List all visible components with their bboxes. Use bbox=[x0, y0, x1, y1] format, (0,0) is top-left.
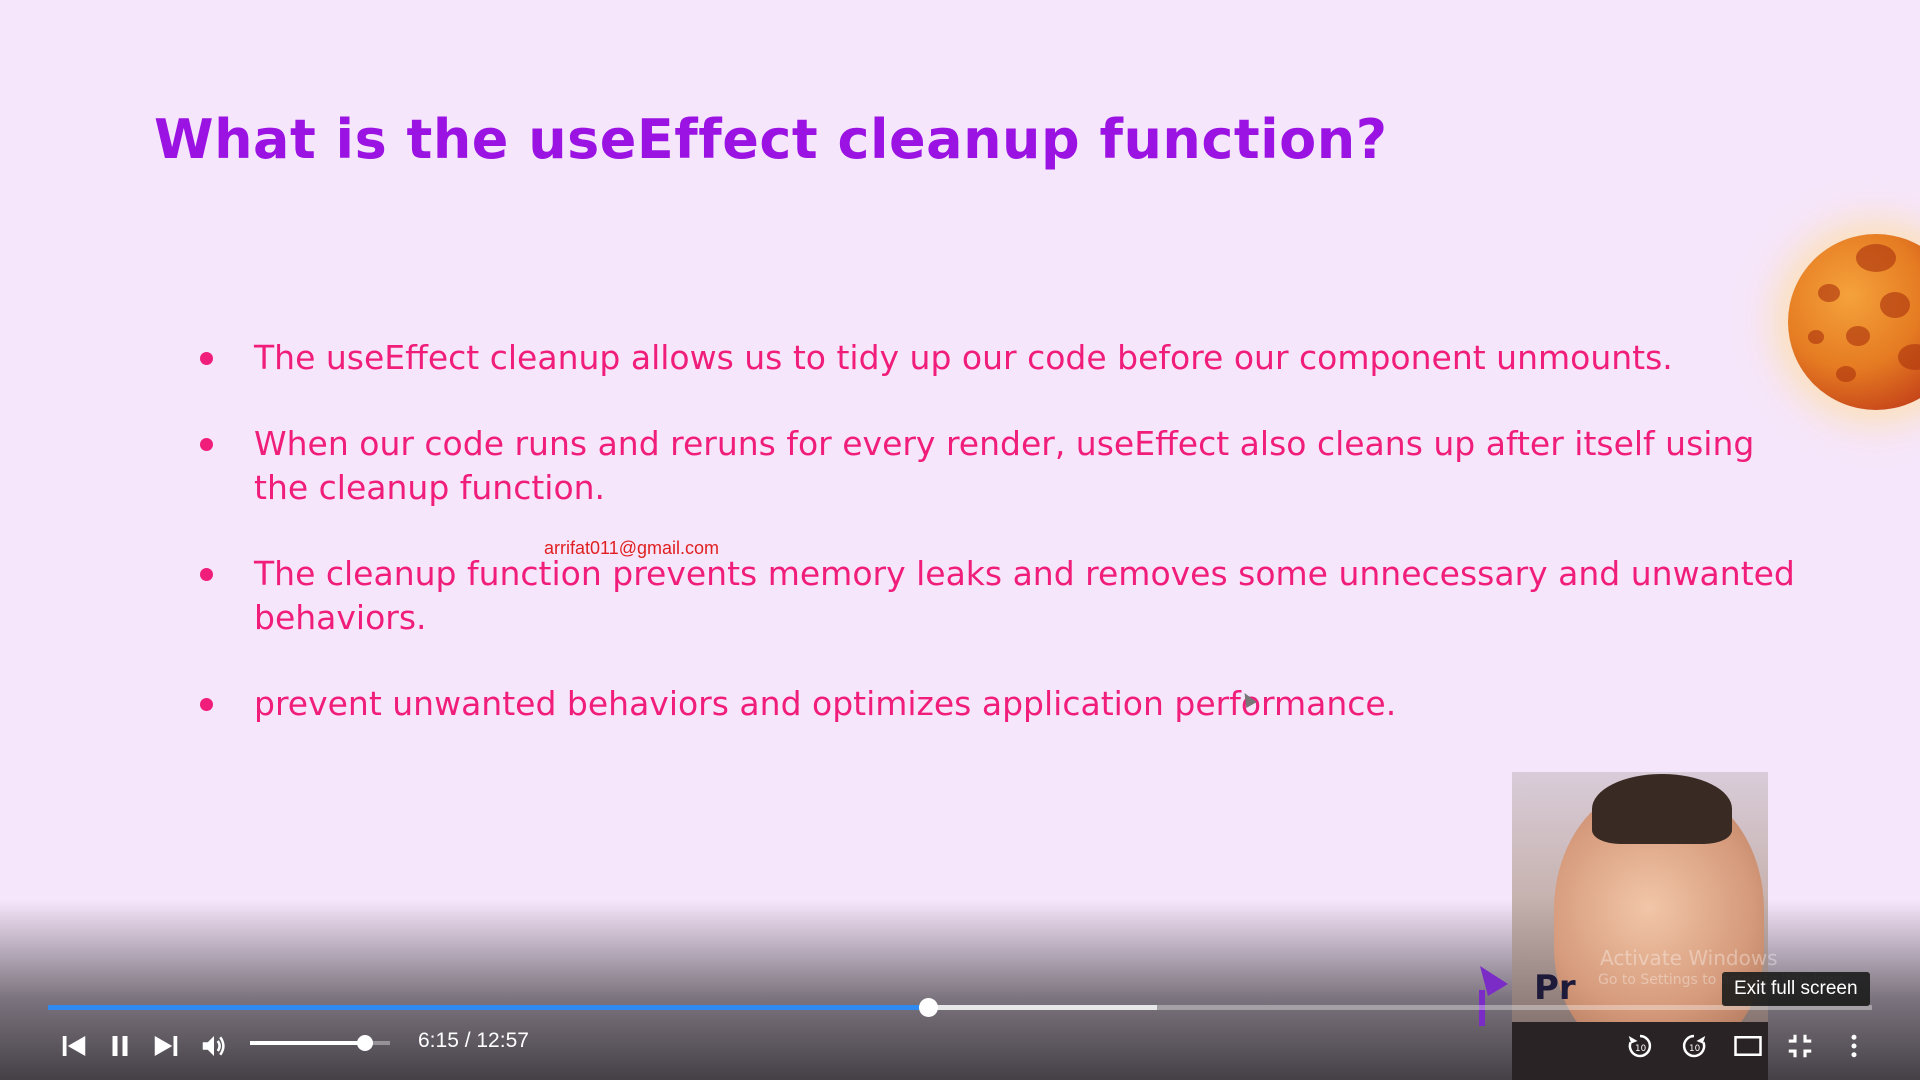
next-button[interactable] bbox=[146, 1026, 186, 1066]
watermark-email: arrifat011@gmail.com bbox=[544, 538, 719, 558]
previous-icon bbox=[62, 1036, 86, 1056]
bullet-dot-icon bbox=[200, 352, 213, 365]
volume-slider[interactable] bbox=[250, 1035, 390, 1051]
forward-10-button[interactable]: 10 bbox=[1674, 1026, 1714, 1066]
slide-bullet: prevent unwanted behaviors and optimizes… bbox=[196, 682, 1396, 726]
bullet-dot-icon bbox=[200, 438, 213, 451]
time-display: 6:15 / 12:57 bbox=[418, 1029, 529, 1052]
bullet-text: When our code runs and reruns for every … bbox=[254, 424, 1755, 507]
bullet-text: The cleanup function prevents memory lea… bbox=[254, 554, 1795, 637]
progress-played bbox=[48, 1005, 929, 1010]
bullet-dot-icon bbox=[200, 568, 213, 581]
svg-text:10: 10 bbox=[1689, 1044, 1700, 1054]
exit-fullscreen-icon bbox=[1788, 1034, 1812, 1058]
volume-handle[interactable] bbox=[356, 1035, 373, 1051]
presenter-hair bbox=[1592, 774, 1732, 844]
rewind-10-button[interactable]: 10 bbox=[1620, 1026, 1660, 1066]
bullet-text: prevent unwanted behaviors and optimizes… bbox=[254, 684, 1397, 723]
theater-mode-icon bbox=[1734, 1036, 1762, 1056]
pause-icon bbox=[112, 1036, 128, 1056]
slide-bullet: The cleanup function prevents memory lea… bbox=[196, 552, 1796, 640]
previous-button[interactable] bbox=[54, 1026, 94, 1066]
bullet-text: The useEffect cleanup allows us to tidy … bbox=[254, 338, 1673, 377]
slide-title: What is the useEffect cleanup function? bbox=[154, 108, 1388, 171]
slide-bullet: When our code runs and reruns for every … bbox=[196, 422, 1796, 510]
bullet-dot-icon bbox=[200, 698, 213, 711]
exit-fullscreen-tooltip: Exit full screen bbox=[1722, 972, 1870, 1006]
volume-level bbox=[250, 1041, 365, 1045]
more-options-icon bbox=[1851, 1034, 1857, 1058]
slide-bullet: The useEffect cleanup allows us to tidy … bbox=[196, 336, 1673, 380]
theater-mode-button[interactable] bbox=[1728, 1026, 1768, 1066]
brand-text: Pr bbox=[1534, 968, 1576, 1008]
next-icon bbox=[154, 1036, 178, 1056]
pause-button[interactable] bbox=[100, 1026, 140, 1066]
more-options-button[interactable] bbox=[1834, 1026, 1874, 1066]
planet-illustration-icon bbox=[1788, 234, 1920, 410]
volume-icon bbox=[202, 1036, 225, 1056]
mute-button[interactable] bbox=[194, 1026, 234, 1066]
svg-text:10: 10 bbox=[1635, 1044, 1646, 1054]
progress-bar[interactable] bbox=[48, 998, 1872, 1017]
exit-fullscreen-button[interactable] bbox=[1780, 1026, 1820, 1066]
brand-logo-icon bbox=[1479, 966, 1508, 1026]
forward-10-icon: 10 bbox=[1682, 1034, 1706, 1058]
activate-windows-watermark: Activate Windows bbox=[1600, 946, 1778, 970]
rewind-10-icon: 10 bbox=[1628, 1034, 1652, 1058]
